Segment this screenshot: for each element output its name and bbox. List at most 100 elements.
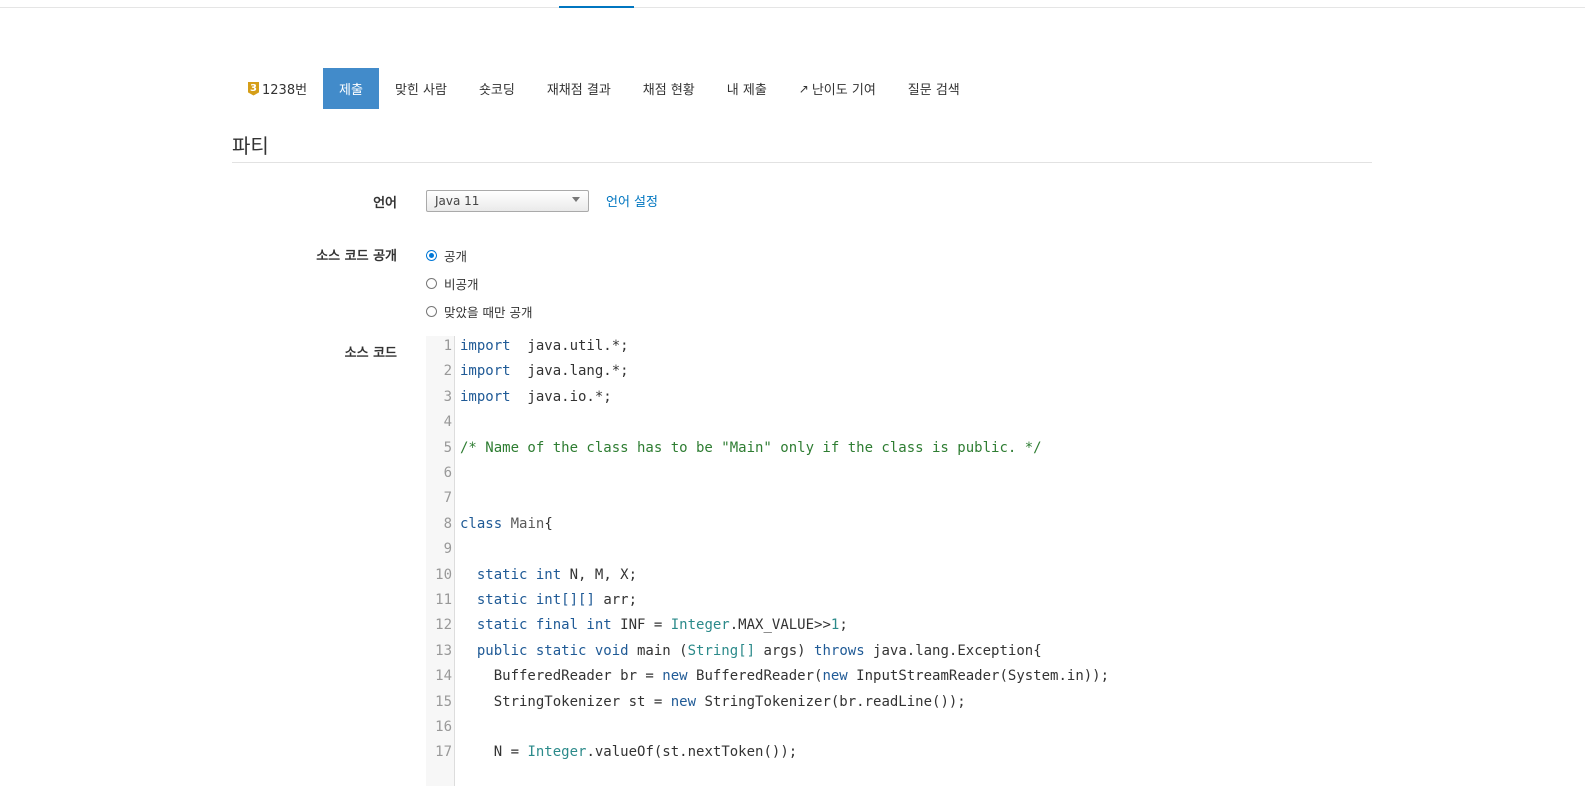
code-token: Integer: [527, 744, 587, 761]
code-token: BufferedReader br =: [460, 668, 663, 685]
code-token: java.util.*;: [510, 338, 629, 354]
tab-my-submissions[interactable]: 내 제출: [711, 68, 783, 109]
line-number: 3: [443, 388, 452, 405]
code-line: 14 BufferedReader br = new BufferedReade…: [426, 668, 1109, 693]
line-number: 6: [443, 465, 452, 481]
top-nav-active-indicator: [559, 6, 634, 8]
line-number: 11: [435, 592, 452, 608]
language-select[interactable]: Java 11: [426, 190, 589, 212]
tab-label: 숏코딩: [478, 83, 515, 98]
code-line: 15 StringTokenizer st = new StringTokeni…: [426, 694, 966, 719]
code-text: public static void main (String[] args) …: [458, 643, 1042, 668]
code-line: 12 static final int INF = Integer.MAX_VA…: [426, 617, 848, 642]
visibility-label: 소스 코드 공개: [316, 249, 397, 264]
code-token: InputStreamReader(System.in));: [847, 668, 1110, 685]
top-nav-divider: [0, 7, 1585, 8]
code-token: N, M, X;: [561, 566, 638, 583]
line-number: 16: [435, 719, 452, 735]
code-token: arr;: [594, 592, 638, 608]
code-token: java.lang.Exception{: [864, 642, 1042, 659]
code-token: args): [755, 642, 815, 659]
tab-question-search[interactable]: 질문 검색: [892, 68, 976, 109]
code-line: 13 public static void main (String[] arg…: [426, 643, 1042, 668]
title-divider: [232, 162, 1372, 163]
tab-label: 1238번: [262, 83, 308, 98]
code-token: main (: [628, 642, 688, 659]
code-line: 3 import java.io.*;: [426, 389, 612, 414]
line-number: 10: [435, 566, 452, 583]
code-token: int[][]: [535, 592, 595, 608]
visibility-option-accepted-only[interactable]: 맞았을 때만 공개: [426, 302, 532, 321]
line-number: 17: [435, 744, 452, 761]
code-token: new: [662, 668, 688, 685]
code-token: java.io.*;: [510, 388, 612, 405]
tab-problem[interactable]: 3 1238번: [232, 68, 323, 109]
code-token: java.lang.*;: [510, 363, 629, 380]
code-token: Integer: [670, 617, 730, 634]
code-token: int: [535, 566, 562, 583]
page-title: 파티: [232, 134, 269, 158]
tab-label: 재채점 결과: [546, 83, 611, 98]
radio-public[interactable]: [426, 250, 437, 261]
radio-label: 공개: [444, 249, 468, 264]
tab-label: 제출: [339, 83, 363, 98]
line-number: 8: [443, 515, 452, 532]
tab-short-coding[interactable]: 숏코딩: [463, 68, 531, 109]
radio-private[interactable]: [426, 278, 437, 289]
code-line: 9: [426, 541, 460, 566]
code-text: BufferedReader br = new BufferedReader(n…: [458, 668, 1109, 693]
tab-difficulty-contribution[interactable]: ↗ 난이도 기여: [783, 68, 892, 109]
code-text: /* Name of the class has to be "Main" on…: [458, 440, 1042, 465]
language-settings-link[interactable]: 언어 설정: [606, 191, 658, 210]
tab-label: 맞힌 사람: [394, 83, 447, 98]
code-token: new: [670, 693, 697, 710]
source-code-label: 소스 코드: [344, 346, 397, 361]
line-number: 9: [443, 541, 452, 558]
code-line: 17 N = Integer.valueOf(st.nextToken());: [426, 744, 797, 769]
code-text: static int N, M, X;: [458, 567, 637, 592]
code-token: Main: [510, 515, 545, 532]
code-line: 16: [426, 719, 460, 744]
code-token: public static void: [476, 642, 629, 659]
code-text: StringTokenizer st = new StringTokenizer…: [458, 694, 966, 719]
code-line: 8 class Main{: [426, 516, 553, 541]
code-text: import java.io.*;: [458, 389, 612, 414]
code-token: import: [460, 338, 511, 354]
code-text: static int[][] arr;: [458, 592, 637, 617]
tab-solved-users[interactable]: 맞힌 사람: [379, 68, 463, 109]
code-token: ;: [839, 617, 848, 634]
line-number: 2: [443, 363, 452, 380]
tab-label: 내 제출: [726, 83, 767, 98]
line-number: 12: [435, 617, 452, 634]
code-token: import: [460, 363, 511, 380]
code-line: 6: [426, 465, 460, 490]
tab-judge-status[interactable]: 채점 현황: [627, 68, 711, 109]
line-number: 14: [435, 668, 452, 685]
line-number: 1: [443, 338, 452, 354]
code-line: 2 import java.lang.*;: [426, 363, 629, 388]
radio-accepted-only[interactable]: [426, 306, 437, 317]
tab-label: 질문 검색: [907, 83, 960, 98]
tab-label: 채점 현황: [642, 83, 695, 98]
code-line: 4: [426, 414, 460, 439]
visibility-option-public[interactable]: 공개: [426, 246, 467, 265]
tab-submit[interactable]: 제출: [323, 68, 379, 109]
source-code-editor[interactable]: 1 import java.util.*; 2 import java.lang.*;…: [426, 336, 1585, 786]
line-number: 4: [443, 414, 452, 431]
external-link-icon: ↗: [798, 81, 809, 96]
tab-rejudge-results[interactable]: 재채점 결과: [531, 68, 627, 109]
code-token: StringTokenizer st =: [460, 693, 671, 710]
code-line: 1 import java.util.*;: [426, 338, 629, 363]
code-token: BufferedReader(: [687, 668, 823, 685]
code-text: class Main{: [458, 516, 553, 541]
code-line: 10 static int N, M, X;: [426, 567, 637, 592]
visibility-option-private[interactable]: 비공개: [426, 274, 479, 293]
